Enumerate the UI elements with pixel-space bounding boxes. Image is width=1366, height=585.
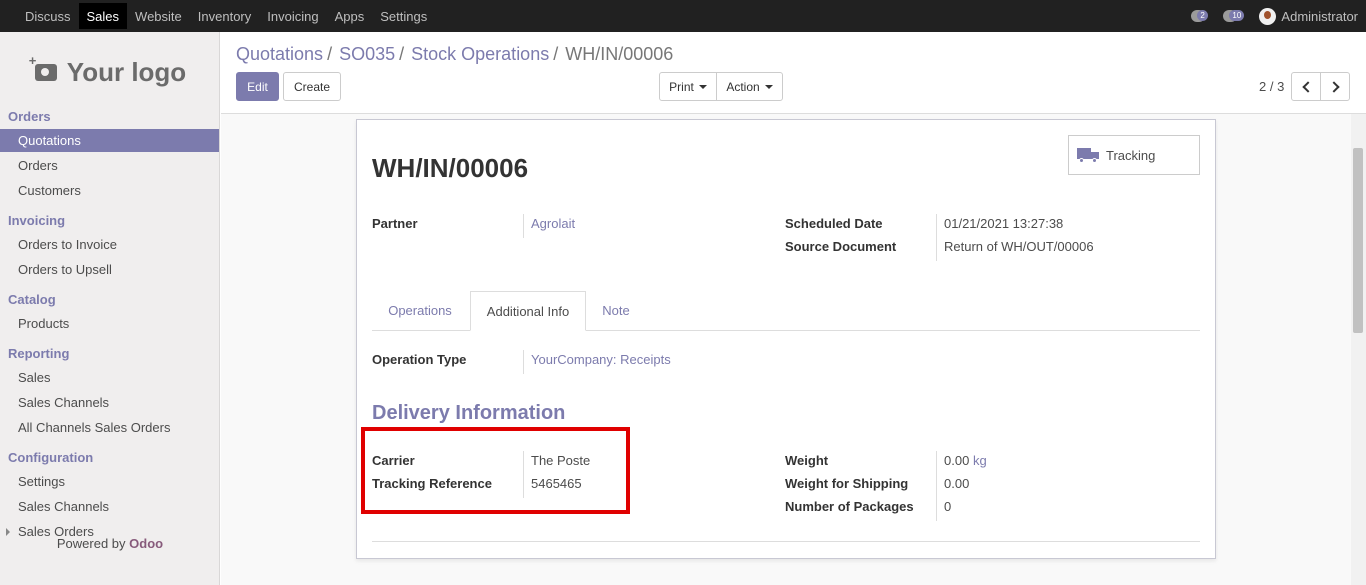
delivery-information-title: Delivery Information [372, 402, 566, 424]
highlight-box [361, 427, 630, 514]
truck-icon [1077, 148, 1099, 163]
breadcrumb-current: WH/IN/00006 [565, 44, 674, 64]
weight-value: 0.00 kg [944, 453, 987, 468]
tracking-button[interactable]: Tracking [1068, 135, 1200, 175]
user-name: Administrator [1281, 8, 1358, 24]
app-menu: Discuss Sales Website Inventory Invoicin… [17, 3, 435, 29]
tab-note[interactable]: Note [588, 291, 644, 331]
form-tabs: Operations Additional Info Note [372, 291, 1200, 331]
sidebar-item-sales[interactable]: Sales [0, 366, 219, 389]
tab-operations[interactable]: Operations [372, 291, 468, 331]
menu-inventory[interactable]: Inventory [190, 3, 259, 29]
chevron-left-icon [1301, 80, 1314, 93]
create-button[interactable]: Create [283, 72, 341, 101]
sidebar-item-customers[interactable]: Customers [0, 179, 219, 202]
sidebar-section-catalog: Catalog [8, 292, 56, 307]
sidebar-item-quotations[interactable]: Quotations [0, 129, 219, 152]
avatar [1259, 7, 1277, 25]
breadcrumb-quotations[interactable]: Quotations [236, 44, 323, 65]
pager-value[interactable]: 2 / 3 [1259, 79, 1284, 94]
sidebar-section-reporting: Reporting [8, 346, 70, 361]
pager-next-button[interactable] [1320, 72, 1350, 101]
number-of-packages-label: Number of Packages [785, 499, 914, 514]
sidebar-item-sales-channels[interactable]: Sales Channels [0, 391, 219, 414]
partner-link[interactable]: Agrolait [531, 216, 575, 231]
edit-button[interactable]: Edit [236, 72, 279, 101]
chevron-right-icon [1327, 80, 1340, 93]
breadcrumb: Quotations / SO035/ Stock Operations / WH/… [236, 44, 674, 65]
breadcrumb-so035[interactable]: SO035 [339, 44, 395, 65]
menu-discuss[interactable]: Discuss [17, 3, 79, 29]
weight-label: Weight [785, 453, 829, 468]
caret-right-icon [6, 528, 10, 536]
menu-invoicing[interactable]: Invoicing [259, 3, 326, 29]
activity-count: 2 [1197, 10, 1208, 21]
partner-label: Partner [372, 216, 418, 231]
operation-type-link[interactable]: YourCompany: Receipts [531, 352, 671, 367]
messages-count: 10 [1229, 10, 1245, 21]
activity-icon[interactable]: 2 [1191, 9, 1213, 23]
divider [372, 541, 1200, 542]
powered-by: Powered by Odoo [0, 536, 220, 551]
caret-down-icon [764, 84, 773, 89]
source-document-value: Return of WH/OUT/00006 [944, 239, 1094, 254]
sidebar-item-products[interactable]: Products [0, 312, 219, 335]
logo-text: Your logo [66, 56, 187, 87]
odoo-link[interactable]: Odoo [129, 536, 163, 551]
top-navbar: Discuss Sales Website Inventory Invoicin… [0, 0, 1366, 32]
print-label: Print [669, 79, 694, 94]
print-button[interactable]: Print [659, 72, 717, 101]
sidebar-section-invoicing: Invoicing [8, 213, 66, 228]
sidebar-section-configuration: Configuration [8, 450, 94, 465]
powered-by-text: Powered by [56, 536, 126, 551]
menu-website[interactable]: Website [127, 3, 190, 29]
scheduled-date-label: Scheduled Date [785, 216, 883, 231]
tracking-button-label: Tracking [1106, 147, 1156, 163]
action-button[interactable]: Action [716, 72, 783, 101]
scrollbar-thumb[interactable] [1353, 148, 1363, 333]
weight-number: 0.00 [944, 453, 970, 468]
menu-sales[interactable]: Sales [78, 3, 128, 29]
record-title: WH/IN/00006 [372, 153, 529, 183]
sidebar-item-orders-to-upsell[interactable]: Orders to Upsell [0, 258, 219, 281]
sidebar-item-all-channels-sales-orders[interactable]: All Channels Sales Orders [0, 416, 219, 439]
breadcrumb-stock-operations[interactable]: Stock Operations [411, 44, 549, 65]
camera-icon [29, 53, 57, 81]
number-of-packages-value: 0 [944, 499, 952, 514]
pager-previous-button[interactable] [1291, 72, 1321, 101]
weight-for-shipping-value: 0.00 [944, 476, 970, 491]
caret-down-icon [698, 84, 707, 89]
sidebar-section-orders: Orders [8, 109, 51, 124]
sidebar-item-settings[interactable]: Settings [0, 470, 219, 493]
sidebar-item-orders-to-invoice[interactable]: Orders to Invoice [0, 233, 219, 256]
source-document-label: Source Document [785, 239, 897, 254]
messages-icon[interactable]: 10 [1223, 9, 1249, 23]
operation-type-label: Operation Type [372, 352, 467, 367]
menu-settings[interactable]: Settings [372, 3, 435, 29]
weight-for-shipping-label: Weight for Shipping [785, 476, 909, 491]
action-label: Action [726, 79, 760, 94]
tab-additional-info[interactable]: Additional Info [470, 291, 586, 331]
scheduled-date-value: 01/21/2021 13:27:38 [944, 216, 1064, 231]
company-logo[interactable]: Your logo [22, 46, 199, 98]
weight-unit-link[interactable]: kg [973, 453, 987, 468]
user-menu[interactable]: Administrator [1259, 7, 1358, 25]
sidebar-item-orders[interactable]: Orders [0, 154, 219, 177]
sidebar-item-config-sales-channels[interactable]: Sales Channels [0, 495, 219, 518]
menu-apps[interactable]: Apps [327, 3, 373, 29]
